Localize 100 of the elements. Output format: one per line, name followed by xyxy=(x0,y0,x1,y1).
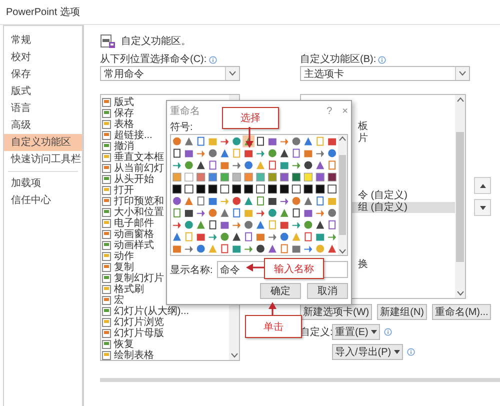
command-item[interactable]: 动作 xyxy=(114,251,134,262)
command-icon xyxy=(102,274,111,283)
command-item[interactable]: 撤消 xyxy=(114,141,134,152)
reset-button[interactable]: 重置(E) xyxy=(332,324,380,340)
command-item[interactable]: 超链接... xyxy=(114,130,152,141)
symbol-icon[interactable] xyxy=(256,244,264,253)
command-icon xyxy=(102,351,111,360)
info-icon xyxy=(407,348,416,356)
symbol-icon[interactable] xyxy=(268,198,276,205)
command-item[interactable]: 绘制表格 xyxy=(114,350,154,361)
chevron-icon xyxy=(459,71,466,76)
sidebar-item[interactable]: 快速访问工具栏 xyxy=(4,151,82,168)
symbol-icon[interactable] xyxy=(232,184,241,194)
sidebar-item[interactable]: 版式 xyxy=(4,83,82,100)
symbol-icon[interactable] xyxy=(184,184,194,194)
window-title: PowerPoint 选项 xyxy=(6,6,80,19)
pointer-arrow xyxy=(246,263,264,272)
symbol-icon[interactable] xyxy=(316,184,325,194)
annotation-tooltip: 选择 xyxy=(222,107,279,129)
symbol-icon[interactable] xyxy=(328,184,336,194)
command-item[interactable]: 电子邮件 xyxy=(114,218,154,229)
move-down-button[interactable] xyxy=(474,199,491,216)
caret-icon xyxy=(394,350,400,354)
symbol-icon[interactable] xyxy=(257,136,264,146)
import-export-button[interactable]: 导入/导出(P) xyxy=(332,344,404,360)
command-item[interactable]: 打开 xyxy=(114,185,134,196)
chevron-icon xyxy=(339,136,346,141)
command-item[interactable]: 复制幻灯片 xyxy=(114,273,164,284)
sidebar-item[interactable]: 校对 xyxy=(4,49,82,66)
symbol-icon[interactable] xyxy=(184,210,193,217)
command-item[interactable]: 从头开始 xyxy=(114,174,154,185)
symbol-icon[interactable] xyxy=(316,220,324,229)
command-item[interactable]: 垂直文本框 xyxy=(114,152,164,163)
command-item[interactable]: 幻灯片浏览 xyxy=(114,317,164,328)
sidebar-item[interactable]: 信任中心 xyxy=(4,192,82,209)
command-icon xyxy=(102,109,111,118)
info-icon xyxy=(378,56,386,64)
chevron-icon xyxy=(229,71,236,76)
symbol-icon[interactable] xyxy=(292,208,300,218)
command-item[interactable]: 宏 xyxy=(114,295,124,306)
tabs-dropdown[interactable]: 主选项卡 xyxy=(300,66,470,81)
command-icon xyxy=(102,175,111,184)
symbol-icon[interactable] xyxy=(220,184,230,194)
field-label: 自定义功能区(B): xyxy=(300,54,376,66)
command-item[interactable]: 保存 xyxy=(114,108,134,119)
command-item[interactable]: 表格 xyxy=(114,119,134,130)
command-icon xyxy=(102,219,111,228)
commands-dropdown[interactable]: 常用命令 xyxy=(100,66,240,81)
chevron-icon xyxy=(230,353,238,358)
ribbon-button[interactable]: 重命名(M)... xyxy=(432,304,492,320)
symbol-icon[interactable] xyxy=(209,220,216,230)
symbol-icon[interactable] xyxy=(196,161,205,170)
command-icon xyxy=(102,307,111,316)
symbol-icon[interactable] xyxy=(292,184,301,194)
ribbon-button[interactable]: 新建选项卡(W) xyxy=(300,304,372,320)
ribbon-button[interactable]: 新建组(N) xyxy=(377,304,427,320)
command-icon xyxy=(102,296,111,305)
scrollbar[interactable] xyxy=(455,95,465,298)
annotation-tooltip: 单击 xyxy=(245,315,302,338)
command-item[interactable]: 幻灯片(从大纲)... xyxy=(114,306,189,317)
sidebar-item[interactable]: 自定义功能区 xyxy=(4,134,82,151)
annotation-tooltip: 输入名称 xyxy=(264,258,324,279)
sidebar-item[interactable]: 常规 xyxy=(4,32,82,49)
command-icon xyxy=(102,230,111,239)
move-up-button[interactable] xyxy=(474,177,491,194)
sidebar-item[interactable]: 保存 xyxy=(4,66,82,83)
command-item[interactable]: 版式 xyxy=(114,97,134,108)
sidebar-item[interactable]: 语言 xyxy=(4,100,82,117)
command-item[interactable]: 复制 xyxy=(114,262,134,273)
ok-button[interactable]: 确定 xyxy=(260,283,301,299)
command-item[interactable]: 打印预览和 xyxy=(114,196,164,207)
symbol-icon[interactable] xyxy=(208,184,218,194)
command-icon xyxy=(102,164,111,173)
symbol-icon[interactable] xyxy=(280,149,288,158)
scrollbar[interactable] xyxy=(338,135,347,255)
close-button[interactable]: × xyxy=(342,106,348,116)
command-item[interactable]: 格式刷 xyxy=(114,284,144,295)
section-title: 自定义功能区。 xyxy=(121,34,191,48)
help-button[interactable]: ? xyxy=(326,106,332,116)
command-icon xyxy=(102,131,111,140)
symbol-icon[interactable] xyxy=(196,184,206,194)
command-item[interactable]: 动画样式 xyxy=(114,240,154,251)
symbol-icon[interactable] xyxy=(304,184,313,194)
command-item[interactable]: 恢复 xyxy=(114,339,134,350)
command-item[interactable]: 动画窗格 xyxy=(114,229,154,240)
symbol-icon[interactable] xyxy=(328,172,336,182)
command-item[interactable]: 从当前幻灯 xyxy=(114,163,164,174)
symbol-icon[interactable] xyxy=(173,148,180,158)
command-item[interactable]: 大小和位置 xyxy=(114,207,164,218)
command-item[interactable]: 幻灯片母版 xyxy=(114,328,164,339)
symbol-icon[interactable] xyxy=(304,161,312,170)
sidebar-item[interactable]: 高级 xyxy=(4,117,82,134)
cancel-button[interactable]: 取消 xyxy=(307,283,348,299)
command-icon xyxy=(102,263,111,272)
command-icon xyxy=(102,120,111,129)
symbol-icon[interactable] xyxy=(256,184,265,194)
command-icon xyxy=(102,98,111,107)
symbol-icon[interactable] xyxy=(232,232,241,241)
sidebar-item[interactable]: 加载项 xyxy=(4,175,82,192)
symbol-icon[interactable] xyxy=(280,184,289,194)
